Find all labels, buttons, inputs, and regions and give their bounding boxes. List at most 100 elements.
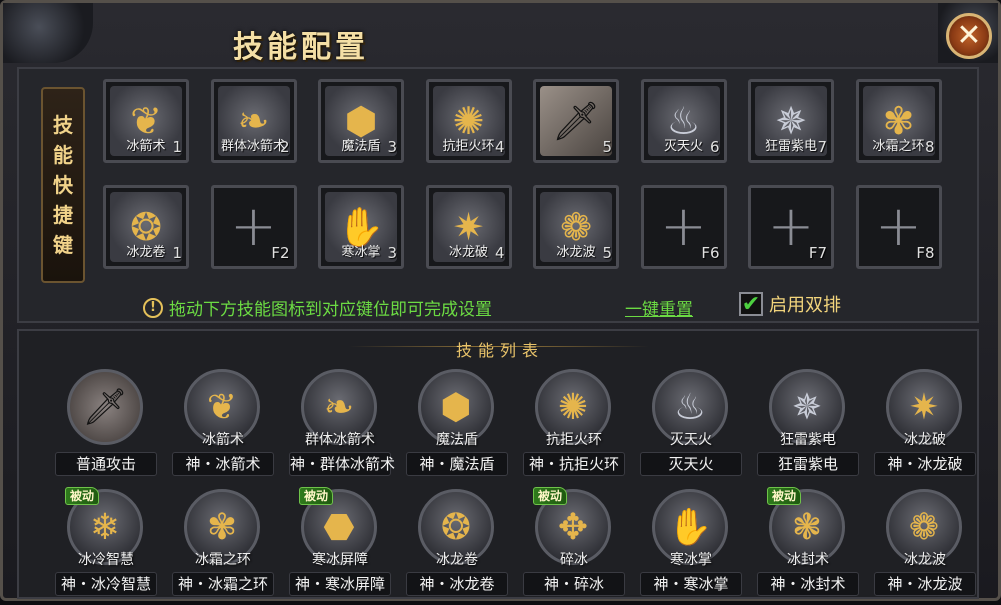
skill-list-panel: 技能列表 🗡 普通攻击 ❦ 冰箭术 神・冰箭术 ❧ 群体冰箭术 神・群体冰箭术 ⬢ 魔法盾 神・魔法… <box>17 329 979 599</box>
skill-name: 碎冰 <box>560 552 588 568</box>
hotkey-key-label: 3 <box>387 244 397 262</box>
skill-item[interactable]: ⬢ 魔法盾 神・魔法盾 <box>402 369 512 485</box>
hotkey-slot-name: 魔法盾 <box>341 139 381 154</box>
skill-name: 灭天火 <box>670 432 712 448</box>
skill-item[interactable]: ✵ 狂雷紫电 狂雷紫电 <box>753 369 863 485</box>
dragon-ornament-left <box>3 3 93 63</box>
hotkey-key-label: 6 <box>709 138 720 156</box>
hotkey-slot[interactable]: ✷ 冰龙破 4 <box>425 185 512 269</box>
skill-list-title: 技能列表 <box>455 341 544 360</box>
hotkey-panel: 技能快捷键 ❦ 冰箭术 1 ❧ 群体冰箭术 2 ⬢ 魔法盾 3 ✺ 抗拒火环 4 🗡 5 ♨ 灭天火 6 ✵ 狂雷紫… <box>17 67 979 323</box>
skill-name: 寒冰屏障 <box>312 552 368 568</box>
enable-double-row-toggle[interactable]: ✔ 启用双排 <box>739 291 841 317</box>
skill-item[interactable]: ✾ 冰霜之环 神・冰霜之环 <box>168 489 278 605</box>
hotkey-key-label: 2 <box>279 138 290 156</box>
skill-item[interactable]: ✺ 抗拒火环 神・抗拒火环 <box>519 369 629 485</box>
checkbox[interactable]: ✔ <box>739 291 763 317</box>
skill-variant-label: 神・冰箭术 <box>172 452 274 476</box>
skill-variant-label: 神・冰霜之环 <box>172 572 274 596</box>
hotkey-slot[interactable]: ❦ 冰箭术 1 <box>103 79 189 163</box>
skill-item[interactable]: ❂ 冰龙卷 神・冰龙卷 <box>402 489 512 605</box>
skill-item[interactable]: ✥ 被动 碎冰 神・碎冰 <box>519 487 629 605</box>
hotkey-slot[interactable]: + F7 <box>748 185 834 269</box>
skill-item[interactable]: 🗡 普通攻击 <box>51 369 161 485</box>
hotkey-slot[interactable]: + F8 <box>855 185 942 269</box>
skill-variant-label: 神・冰龙破 <box>874 452 976 476</box>
hotkey-slot[interactable]: ✋ 寒冰掌 3 <box>318 185 404 269</box>
skill-item[interactable]: ✋ 寒冰掌 神・寒冰掌 <box>636 489 746 605</box>
reset-all-link[interactable]: 一键重置 <box>625 295 693 320</box>
hotkey-key-label: 7 <box>817 138 827 156</box>
hotkey-slot[interactable]: ⬢ 魔法盾 3 <box>318 79 404 163</box>
hotkey-key-label: 1 <box>172 244 182 262</box>
skill-name: 魔法盾 <box>436 432 478 448</box>
skill-item[interactable]: ❃ 被动 冰封术 神・冰封术 <box>753 487 863 605</box>
hotkey-slot-name: 冰龙波 <box>556 245 596 260</box>
close-button[interactable]: ✕ <box>946 13 992 59</box>
skill-name: 抗拒火环 <box>546 432 602 448</box>
skill-name: 冰箭术 <box>202 432 244 448</box>
side-label-char: 技 <box>53 113 73 137</box>
hint-row: ! 拖动下方技能图标到对应键位即可完成设置 <box>143 295 492 320</box>
skill-name: 狂雷紫电 <box>780 432 836 448</box>
info-icon: ! <box>143 297 163 318</box>
skill-config-window: 技能配置 ✕ 技能快捷键 ❦ 冰箭术 1 ❧ 群体冰箭术 2 ⬢ 魔法盾 3 ✺ 抗拒火环 4 🗡 5 ♨ 灭… <box>0 0 1001 601</box>
side-label-char: 能 <box>53 143 73 167</box>
enable-double-row-label: 启用双排 <box>769 295 841 316</box>
window-title: 技能配置 <box>233 30 369 65</box>
hotkey-key-label: F8 <box>916 244 935 262</box>
skill-item[interactable]: ✷ 冰龙破 神・冰龙破 <box>870 369 980 485</box>
skill-variant-label: 神・抗拒火环 <box>523 452 625 476</box>
side-label-char: 快 <box>53 173 73 197</box>
hint-text: 拖动下方技能图标到对应键位即可完成设置 <box>169 300 492 320</box>
hotkey-slot[interactable]: + F6 <box>640 185 727 269</box>
skill-name: 冰封术 <box>787 552 829 568</box>
side-label-char: 捷 <box>53 203 73 227</box>
passive-badge: 被动 <box>65 487 100 505</box>
hotkey-key-label: 1 <box>172 138 182 156</box>
hotkey-key-label: 3 <box>387 138 397 156</box>
skill-variant-label: 神・冰冷智慧 <box>55 572 157 596</box>
hotkey-key-label: 4 <box>494 138 505 156</box>
side-label-char: 键 <box>53 233 73 257</box>
hotkey-slot-name: 寒冰掌 <box>341 245 381 260</box>
hotkey-slot[interactable]: ✵ 狂雷紫电 7 <box>748 79 834 163</box>
skill-name: 群体冰箭术 <box>305 432 375 448</box>
skill-name: 冰龙破 <box>904 432 946 448</box>
skill-variant-label: 神・冰龙卷 <box>406 572 508 596</box>
hotkey-slot[interactable]: + F2 <box>210 185 297 269</box>
hotkey-key-label: 5 <box>602 244 612 262</box>
skill-item[interactable]: ❧ 群体冰箭术 神・群体冰箭术 <box>285 369 395 485</box>
hotkey-slot-name: 冰箭术 <box>126 139 166 154</box>
hotkey-key-label: 5 <box>602 138 612 156</box>
skill-variant-label: 神・寒冰掌 <box>640 572 742 596</box>
skill-item[interactable]: ❁ 冰龙波 神・冰龙波 <box>870 489 980 605</box>
hotkey-slot[interactable]: 🗡 5 <box>533 79 619 163</box>
hotkey-slot-name: 群体冰箭术 <box>220 139 286 154</box>
skill-variant-label: 神・群体冰箭术 <box>289 452 395 476</box>
hotkey-key-label: 4 <box>494 244 505 262</box>
hotkey-slot[interactable]: ❁ 冰龙波 5 <box>533 185 619 269</box>
hotkey-slot[interactable]: ♨ 灭天火 6 <box>640 79 727 163</box>
title-bar: 技能配置 <box>233 21 553 67</box>
skill-variant-label: 神・冰封术 <box>757 572 859 596</box>
hotkey-slot[interactable]: ✾ 冰霜之环 8 <box>855 79 942 163</box>
skill-name: 寒冰掌 <box>670 552 712 568</box>
skill-variant-label: 神・寒冰屏障 <box>289 572 391 596</box>
hotkey-slot[interactable]: ❧ 群体冰箭术 2 <box>210 79 297 163</box>
skill-item[interactable]: ⬣ 被动 寒冰屏障 神・寒冰屏障 <box>285 487 395 605</box>
skill-name: 冰霜之环 <box>195 552 251 568</box>
hotkey-slot[interactable]: ✺ 抗拒火环 4 <box>425 79 512 163</box>
skill-item[interactable]: ❦ 冰箭术 神・冰箭术 <box>168 369 278 485</box>
hotkey-slot-name: 冰龙卷 <box>126 245 166 260</box>
skill-item[interactable]: ❄ 被动 冰冷智慧 神・冰冷智慧 <box>51 487 161 605</box>
skill-variant-label: 狂雷紫电 <box>757 452 859 476</box>
check-icon: ✔ <box>741 291 761 317</box>
skill-name: 冰冷智慧 <box>78 552 134 568</box>
skill-item[interactable]: ♨ 灭天火 灭天火 <box>636 369 746 485</box>
skill-variant-label: 灭天火 <box>640 452 742 476</box>
hotkey-key-label: F7 <box>808 244 827 262</box>
hotkey-slot[interactable]: ❂ 冰龙卷 1 <box>103 185 189 269</box>
sword-icon[interactable]: 🗡 <box>67 369 143 445</box>
hotkey-slot-name: 狂雷紫电 <box>764 139 817 154</box>
